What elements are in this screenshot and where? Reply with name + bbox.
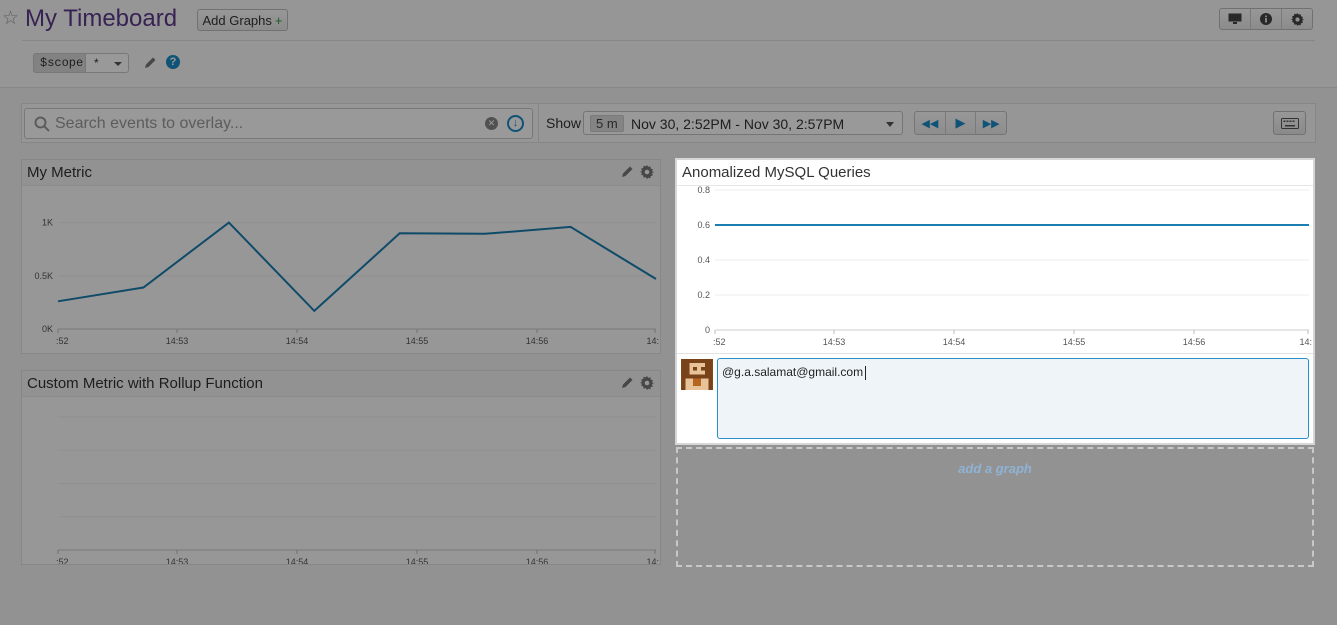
search-icon	[34, 116, 50, 132]
comment-area: @g.a.salamat@gmail.com	[677, 353, 1313, 443]
keyboard-icon	[1280, 117, 1299, 129]
my-metric-chart: :52 14:53 14:54 14:55 14:56 14: 0K 0.5K 1K	[34, 218, 659, 346]
widget-actions	[621, 165, 654, 179]
play-icon: ▶	[955, 115, 966, 130]
x-tick-label: 14:53	[166, 336, 189, 346]
pencil-icon[interactable]	[621, 376, 634, 389]
play-button[interactable]: ▶	[946, 112, 977, 134]
y-tick-label: 0.4	[697, 255, 710, 265]
x-tick-label: 14:53	[166, 557, 189, 564]
time-range: Nov 30, 2:52PM - Nov 30, 2:57PM	[631, 116, 845, 132]
x-tick-label: 14:	[646, 557, 659, 564]
pencil-icon[interactable]	[621, 165, 634, 178]
playback-controls: ◀◀ ▶ ▶▶	[914, 111, 1007, 135]
monitor-icon	[1228, 13, 1242, 24]
keyboard-shortcuts-button[interactable]	[1273, 111, 1306, 135]
x-tick-label: 14:53	[823, 337, 846, 347]
y-tick-label: 0.5K	[34, 271, 53, 281]
x-tick-label: 14:56	[526, 557, 549, 564]
search-input[interactable]	[55, 112, 475, 136]
widget-title: Custom Metric with Rollup Function	[27, 375, 263, 392]
x-tick-label: 14:54	[286, 336, 309, 346]
x-tick-label: 14:54	[286, 557, 309, 564]
series-line	[57, 221, 657, 313]
x-tick-label: 14:55	[406, 557, 429, 564]
show-label: Show	[546, 115, 582, 131]
add-graphs-button[interactable]: Add Graphs +	[197, 9, 288, 31]
x-tick-label: 14:54	[943, 337, 966, 347]
gear-icon[interactable]	[640, 376, 654, 390]
tv-mode-button[interactable]	[1220, 9, 1251, 29]
chevron-down-icon	[114, 62, 122, 66]
avatar	[681, 359, 713, 390]
scope-value: *	[94, 56, 99, 70]
view-options-group	[1219, 8, 1313, 30]
info-icon	[1260, 13, 1272, 25]
timeframe-select[interactable]: 5 m Nov 30, 2:52PM - Nov 30, 2:57PM	[583, 111, 903, 135]
x-tick-label: 14:55	[1063, 337, 1086, 347]
info-button[interactable]	[1251, 9, 1282, 29]
widget-header	[22, 160, 660, 186]
anomalized-mysql-chart: :52 14:53 14:54 14:55 14:56 14: 0 0.2 0.4 0.6 0.8	[697, 186, 1312, 347]
x-tick-label: :52	[56, 336, 69, 346]
x-tick-label: 14:56	[526, 336, 549, 346]
event-search: ✕ ↓	[24, 108, 533, 139]
header-divider	[22, 40, 1315, 41]
settings-button[interactable]	[1282, 9, 1312, 29]
x-tick-label: 14:	[1299, 337, 1312, 347]
fast-forward-icon: ▶▶	[982, 117, 1000, 130]
pencil-icon[interactable]	[144, 56, 157, 69]
add-graph-label: add a graph	[958, 461, 1032, 476]
add-graph-placeholder[interactable]: add a graph	[676, 447, 1314, 567]
plus-icon: +	[274, 12, 283, 28]
widget-actions	[621, 376, 654, 390]
dashboard-header: ☆ My Timeboard Add Graphs + $scope * ?	[0, 0, 1337, 88]
gear-icon	[1290, 12, 1304, 26]
y-tick-label: 0.8	[697, 186, 710, 195]
widget-title: Anomalized MySQL Queries	[682, 164, 871, 181]
help-icon[interactable]: ?	[166, 55, 180, 69]
star-icon[interactable]: ☆	[2, 7, 19, 30]
x-tick-label: :52	[713, 337, 726, 347]
page-title: My Timeboard	[25, 5, 178, 32]
x-tick-label: 14:56	[1183, 337, 1206, 347]
chevron-down-icon	[886, 122, 894, 127]
comment-text: @g.a.salamat@gmail.com	[722, 365, 864, 379]
download-icon[interactable]: ↓	[507, 115, 524, 132]
rewind-icon: ◀◀	[921, 117, 939, 130]
y-tick-label: 0.6	[697, 220, 710, 230]
rewind-button[interactable]: ◀◀	[915, 112, 946, 134]
toolbar-divider	[538, 104, 539, 142]
x-tick-label: 14:55	[406, 336, 429, 346]
x-tick-label: 14:	[646, 336, 659, 346]
y-tick-label: 0	[705, 325, 710, 335]
gear-icon[interactable]	[640, 165, 654, 179]
template-variable-label: $scope	[33, 53, 91, 73]
y-tick-label: 1K	[42, 218, 53, 228]
add-graphs-label: Add Graphs	[202, 12, 272, 28]
text-cursor	[865, 365, 867, 380]
scope-select[interactable]: *	[85, 53, 129, 73]
widget-custom-metric: Custom Metric with Rollup Function :52 14…	[21, 370, 661, 565]
span-chip: 5 m	[590, 115, 624, 132]
clear-icon[interactable]: ✕	[485, 117, 498, 130]
y-tick-label: 0K	[42, 324, 53, 334]
widget-my-metric: My Metric :52 14:53 14:54 14:55 14:56 14: 0K 0.…	[21, 159, 661, 354]
comment-input[interactable]: @g.a.salamat@gmail.com	[717, 358, 1309, 439]
x-tick-label: :52	[56, 557, 69, 564]
y-tick-label: 0.2	[697, 290, 710, 300]
fast-forward-button[interactable]: ▶▶	[976, 112, 1006, 134]
custom-metric-chart: :52 14:53 14:54 14:55 14:56 14:	[56, 416, 659, 564]
widget-title: My Metric	[27, 164, 92, 181]
widget-anomalized-mysql: Anomalized MySQL Queries :52 14:53 14:54 14…	[675, 158, 1315, 445]
